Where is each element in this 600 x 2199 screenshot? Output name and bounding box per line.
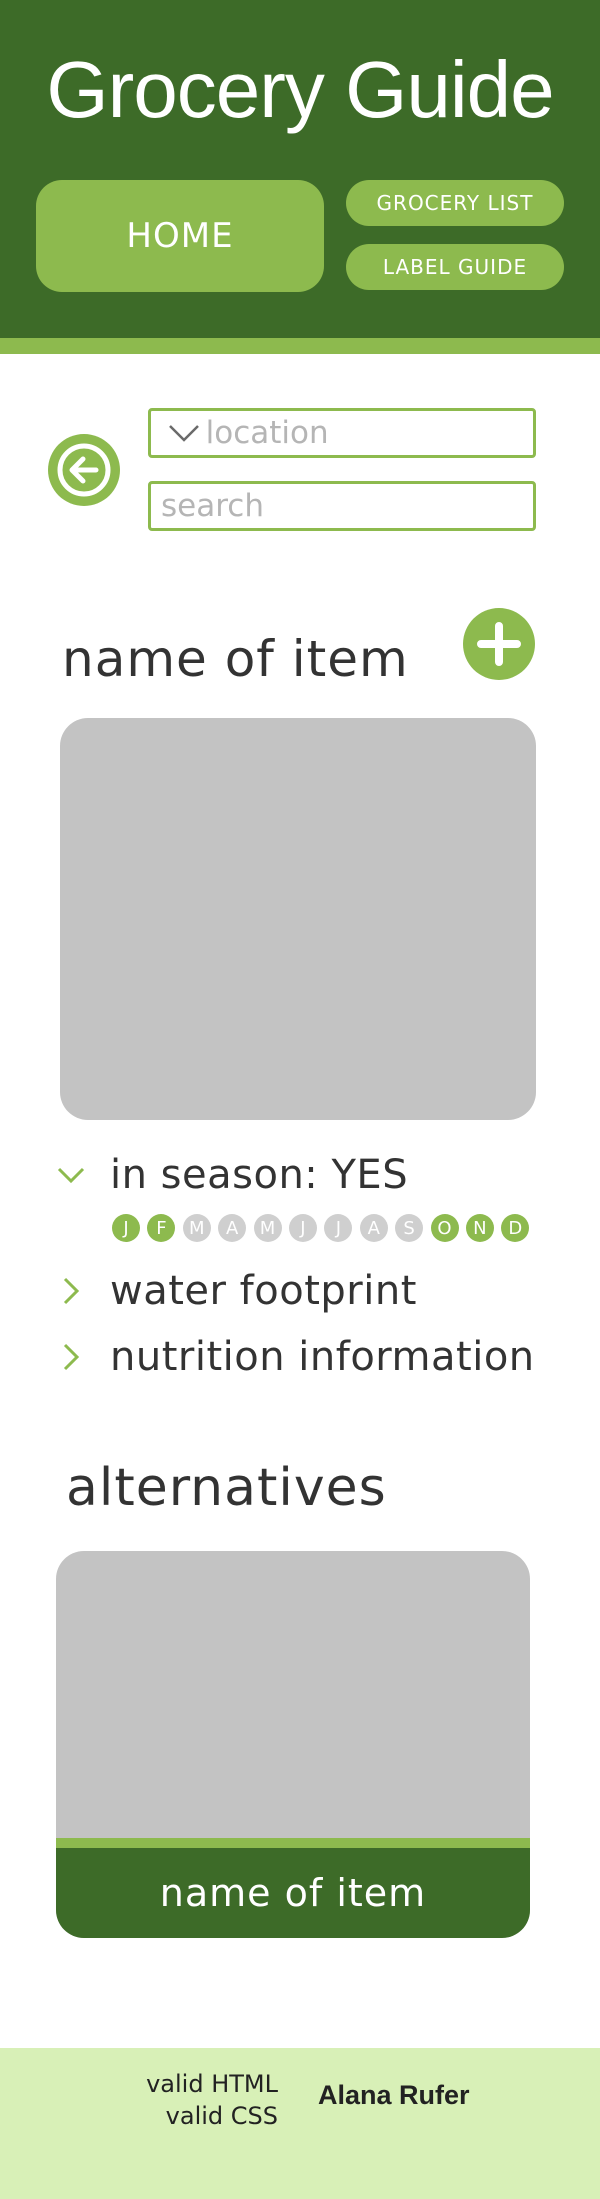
- item-image: [60, 718, 536, 1120]
- season-months: JFMAMJJASOND: [112, 1214, 537, 1242]
- valid-css-link[interactable]: valid CSS: [112, 2100, 278, 2132]
- plus-icon: [477, 622, 521, 666]
- site-title: Grocery Guide: [46, 45, 554, 134]
- month-indicator: M: [253, 1214, 282, 1242]
- alternatives-heading: alternatives: [66, 1458, 387, 1518]
- month-indicator: D: [501, 1214, 530, 1242]
- arrow-left-icon: [57, 443, 111, 497]
- month-indicator: S: [395, 1214, 424, 1242]
- valid-html-link[interactable]: valid HTML: [112, 2068, 278, 2100]
- alternative-card[interactable]: name of item: [56, 1551, 530, 1938]
- month-indicator: J: [112, 1214, 140, 1242]
- month-indicator: A: [218, 1214, 247, 1242]
- search-field[interactable]: [148, 481, 536, 531]
- author-name: Alana Rufer: [318, 2080, 470, 2110]
- in-season-toggle[interactable]: in season: YES: [56, 1152, 408, 1198]
- nutrition-toggle[interactable]: nutrition information: [56, 1334, 535, 1380]
- item-name: name of item: [62, 630, 409, 688]
- month-indicator: F: [147, 1214, 176, 1242]
- chevron-right-icon: [56, 1276, 86, 1306]
- header-divider: [0, 338, 600, 354]
- month-indicator: O: [430, 1214, 459, 1242]
- location-select[interactable]: [148, 408, 536, 458]
- water-footprint-toggle[interactable]: water footprint: [56, 1268, 417, 1314]
- nutrition-label: nutrition information: [110, 1334, 535, 1380]
- nav-home-button[interactable]: HOME: [36, 180, 324, 292]
- card-divider: [56, 1838, 530, 1848]
- water-footprint-label: water footprint: [110, 1268, 417, 1314]
- month-indicator: J: [324, 1214, 353, 1242]
- month-indicator: J: [288, 1214, 317, 1242]
- nav-grocery-list-button[interactable]: GROCERY LIST: [346, 180, 564, 226]
- site-footer: [0, 2048, 600, 2199]
- month-indicator: N: [465, 1214, 494, 1242]
- validation-links: valid HTML valid CSS: [112, 2068, 278, 2132]
- month-indicator: A: [359, 1214, 388, 1242]
- chevron-down-icon: [56, 1160, 86, 1190]
- search-input[interactable]: [151, 488, 533, 524]
- month-indicator: M: [182, 1214, 211, 1242]
- add-to-list-button[interactable]: [463, 608, 535, 680]
- chevron-right-icon: [56, 1342, 86, 1372]
- in-season-label: in season: YES: [110, 1152, 409, 1198]
- alternative-name: name of item: [56, 1848, 530, 1938]
- back-button[interactable]: [48, 434, 120, 506]
- chevron-down-icon: [167, 413, 202, 453]
- nav-label-guide-button[interactable]: LABEL GUIDE: [346, 244, 564, 290]
- location-input[interactable]: [201, 415, 533, 451]
